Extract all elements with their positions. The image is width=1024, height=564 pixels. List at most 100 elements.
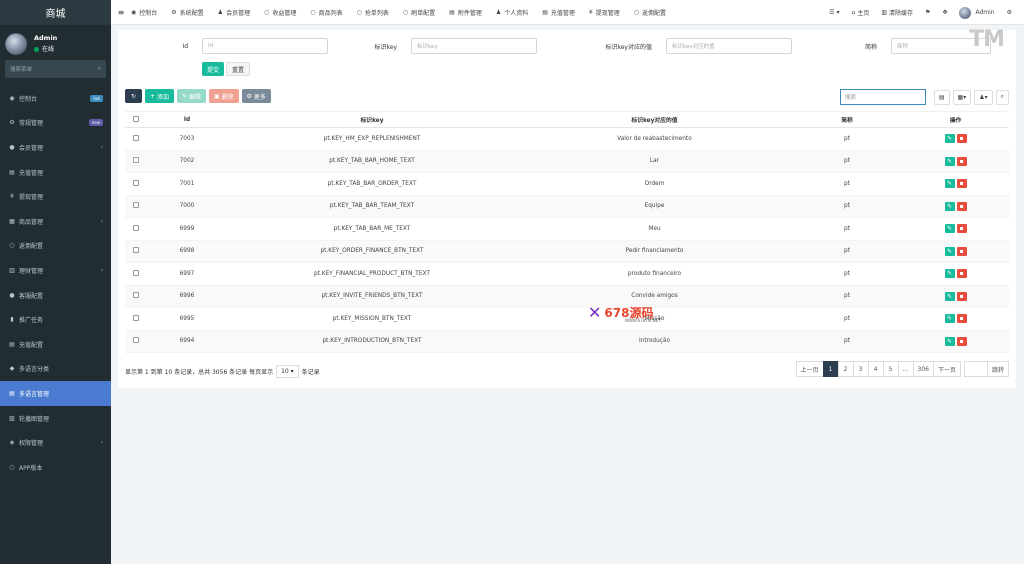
row-select-cell[interactable] bbox=[125, 307, 147, 331]
delete-button[interactable]: ▣ 删除 bbox=[208, 89, 239, 103]
sidebar-item-0[interactable]: ◉ 控制台 hot bbox=[0, 86, 111, 111]
columns-button[interactable]: ▦▾ bbox=[952, 89, 972, 105]
fullscreen-button[interactable]: ✥ bbox=[942, 9, 947, 16]
table-row[interactable]: 6995 pt.KEY_MISSION_BTN_TEXT Missão pt ✎ ▪ bbox=[125, 307, 1009, 331]
header-abbr[interactable]: 简称 bbox=[792, 111, 902, 128]
row-select-cell[interactable] bbox=[125, 330, 147, 353]
row-delete-button[interactable]: ▪ bbox=[956, 179, 967, 189]
prev-page-button[interactable]: 上一页 bbox=[795, 361, 824, 377]
row-delete-button[interactable]: ▪ bbox=[956, 269, 967, 279]
add-button[interactable]: + 添加 bbox=[145, 89, 174, 103]
sidebar-item-14[interactable]: ◈ 权限管理 ‹ bbox=[0, 430, 111, 455]
toggle-view-button[interactable]: ▤ bbox=[933, 89, 950, 105]
page-button[interactable]: 306 bbox=[912, 361, 934, 377]
topnav-item-3[interactable]: ○ 收益管理 bbox=[264, 8, 296, 17]
clear-cache-button[interactable]: ▥ 清除缓存 bbox=[881, 8, 913, 17]
row-edit-button[interactable]: ✎ bbox=[944, 201, 955, 211]
sidebar-item-11[interactable]: ◆ 多语言分类 bbox=[0, 357, 111, 382]
row-checkbox[interactable] bbox=[133, 269, 139, 276]
table-row[interactable]: 7002 pt.KEY_TAB_BAR_HOME_TEXT Lar pt ✎ ▪ bbox=[125, 150, 1009, 173]
language-button[interactable]: ⚑ bbox=[925, 9, 930, 16]
sidebar-item-15[interactable]: ○ APP版本 bbox=[0, 455, 111, 480]
select-all-checkbox[interactable] bbox=[125, 111, 147, 128]
row-select-cell[interactable] bbox=[125, 150, 147, 173]
sidebar-item-8[interactable]: ● 客服配置 bbox=[0, 283, 111, 308]
row-checkbox[interactable] bbox=[133, 247, 139, 254]
sidebar-search-input[interactable]: 搜索菜单 ⌕ bbox=[5, 60, 106, 78]
table-row[interactable]: 7003 pt.KEY_HM_EXP_REPLENISHMENT Valor de … bbox=[125, 127, 1009, 151]
row-checkbox[interactable] bbox=[133, 202, 139, 209]
row-edit-button[interactable]: ✎ bbox=[944, 134, 955, 144]
advanced-search-button[interactable]: ⌕ bbox=[995, 89, 1009, 105]
sidebar-item-7[interactable]: ▥ 理财管理 ‹ bbox=[0, 258, 111, 283]
sidebar-item-10[interactable]: ▤ 充值配置 bbox=[0, 332, 111, 357]
sidebar-item-6[interactable]: ○ 返佣配置 bbox=[0, 234, 111, 259]
row-edit-button[interactable]: ✎ bbox=[944, 269, 955, 279]
row-checkbox[interactable] bbox=[133, 337, 139, 344]
row-delete-button[interactable]: ▪ bbox=[956, 224, 967, 234]
topnav-item-6[interactable]: ○ 刷单配置 bbox=[403, 8, 435, 17]
sidebar-item-5[interactable]: ▦ 商品管理 ‹ bbox=[0, 209, 111, 234]
header-key[interactable]: 标识key bbox=[227, 111, 517, 128]
key-field[interactable]: 标识key bbox=[411, 38, 537, 54]
id-field[interactable]: Id bbox=[202, 38, 328, 54]
submit-button[interactable]: 提交 bbox=[202, 62, 225, 76]
row-delete-button[interactable]: ▪ bbox=[956, 134, 967, 144]
next-page-button[interactable]: 下一页 bbox=[932, 361, 961, 377]
sidebar-item-1[interactable]: ⚙ 常规管理 new bbox=[0, 111, 111, 136]
row-edit-button[interactable]: ✎ bbox=[944, 291, 955, 301]
row-select-cell[interactable] bbox=[125, 262, 147, 286]
row-delete-button[interactable]: ▪ bbox=[956, 156, 967, 166]
search-icon[interactable]: ⌕ bbox=[98, 66, 101, 73]
row-select-cell[interactable] bbox=[125, 240, 147, 263]
row-select-cell[interactable] bbox=[125, 217, 147, 241]
topnav-item-2[interactable]: ♟ 会员管理 bbox=[218, 8, 250, 17]
row-checkbox[interactable] bbox=[133, 134, 139, 141]
row-edit-button[interactable]: ✎ bbox=[944, 246, 955, 256]
row-edit-button[interactable]: ✎ bbox=[944, 179, 955, 189]
export-button[interactable]: ♟▾ bbox=[974, 89, 993, 105]
table-row[interactable]: 6994 pt.KEY_INTRODUCTION_BTN_TEXT Introduç… bbox=[125, 330, 1009, 353]
sidebar-toggle-icon[interactable]: ≡ bbox=[111, 8, 131, 17]
row-checkbox[interactable] bbox=[133, 179, 139, 186]
sidebar-item-9[interactable]: ▮ 推广任务 bbox=[0, 307, 111, 332]
table-row[interactable]: 6996 pt.KEY_INVITE_FRIENDS_BTN_TEXT Convid… bbox=[125, 285, 1009, 308]
table-row[interactable]: 6999 pt.KEY_TAB_BAR_ME_TEXT Meu pt ✎ ▪ bbox=[125, 217, 1009, 241]
row-edit-button[interactable]: ✎ bbox=[944, 336, 955, 346]
topnav-item-11[interactable]: ○ 返佣配置 bbox=[634, 8, 666, 17]
row-edit-button[interactable]: ✎ bbox=[944, 156, 955, 166]
row-checkbox[interactable] bbox=[133, 157, 139, 164]
row-delete-button[interactable]: ▪ bbox=[956, 291, 967, 301]
row-delete-button[interactable]: ▪ bbox=[956, 336, 967, 346]
page-button[interactable]: 1 bbox=[822, 361, 839, 377]
page-button[interactable]: 2 bbox=[837, 361, 854, 377]
row-delete-button[interactable]: ▪ bbox=[956, 314, 967, 324]
home-button[interactable]: ⌂ 主页 bbox=[852, 8, 870, 17]
topnav-item-1[interactable]: ⚙ 系统配置 bbox=[171, 8, 203, 17]
table-row[interactable]: 6998 pt.KEY_ORDER_FINANCE_BTN_TEXT Pedir f… bbox=[125, 240, 1009, 263]
row-delete-button[interactable]: ▪ bbox=[956, 201, 967, 211]
row-checkbox[interactable] bbox=[133, 292, 139, 299]
page-button[interactable]: 5 bbox=[882, 361, 899, 377]
sidebar-item-3[interactable]: ▤ 充值管理 bbox=[0, 160, 111, 185]
page-button[interactable]: 3 bbox=[852, 361, 869, 377]
table-row[interactable]: 7000 pt.KEY_TAB_BAR_TEAM_TEXT Equipe pt ✎ ▪ bbox=[125, 195, 1009, 218]
sidebar-item-12[interactable]: ▤ 多语言管理 bbox=[0, 381, 111, 406]
admin-menu[interactable]: Admin bbox=[959, 6, 995, 19]
table-search-input[interactable]: 搜索 bbox=[839, 89, 926, 105]
row-select-cell[interactable] bbox=[125, 172, 147, 196]
topnav-item-0[interactable]: ◉ 控制台 bbox=[131, 8, 157, 17]
checkbox[interactable] bbox=[133, 115, 139, 122]
row-checkbox[interactable] bbox=[133, 224, 139, 231]
row-delete-button[interactable]: ▪ bbox=[956, 246, 967, 256]
row-select-cell[interactable] bbox=[125, 127, 147, 151]
row-select-cell[interactable] bbox=[125, 195, 147, 218]
topnav-item-5[interactable]: ○ 抢单列表 bbox=[357, 8, 389, 17]
page-size-select[interactable]: 10 ▾ bbox=[276, 365, 299, 378]
reset-button[interactable]: 重置 bbox=[226, 62, 251, 76]
header-id[interactable]: Id bbox=[147, 111, 227, 128]
topnav-item-10[interactable]: ¥ 提现管理 bbox=[589, 8, 620, 17]
sidebar-item-2[interactable]: ● 会员管理 ‹ bbox=[0, 135, 111, 160]
value-field[interactable]: 标识key对应的值 bbox=[666, 38, 792, 54]
more-button[interactable]: ⚙ 更多 bbox=[241, 89, 271, 103]
